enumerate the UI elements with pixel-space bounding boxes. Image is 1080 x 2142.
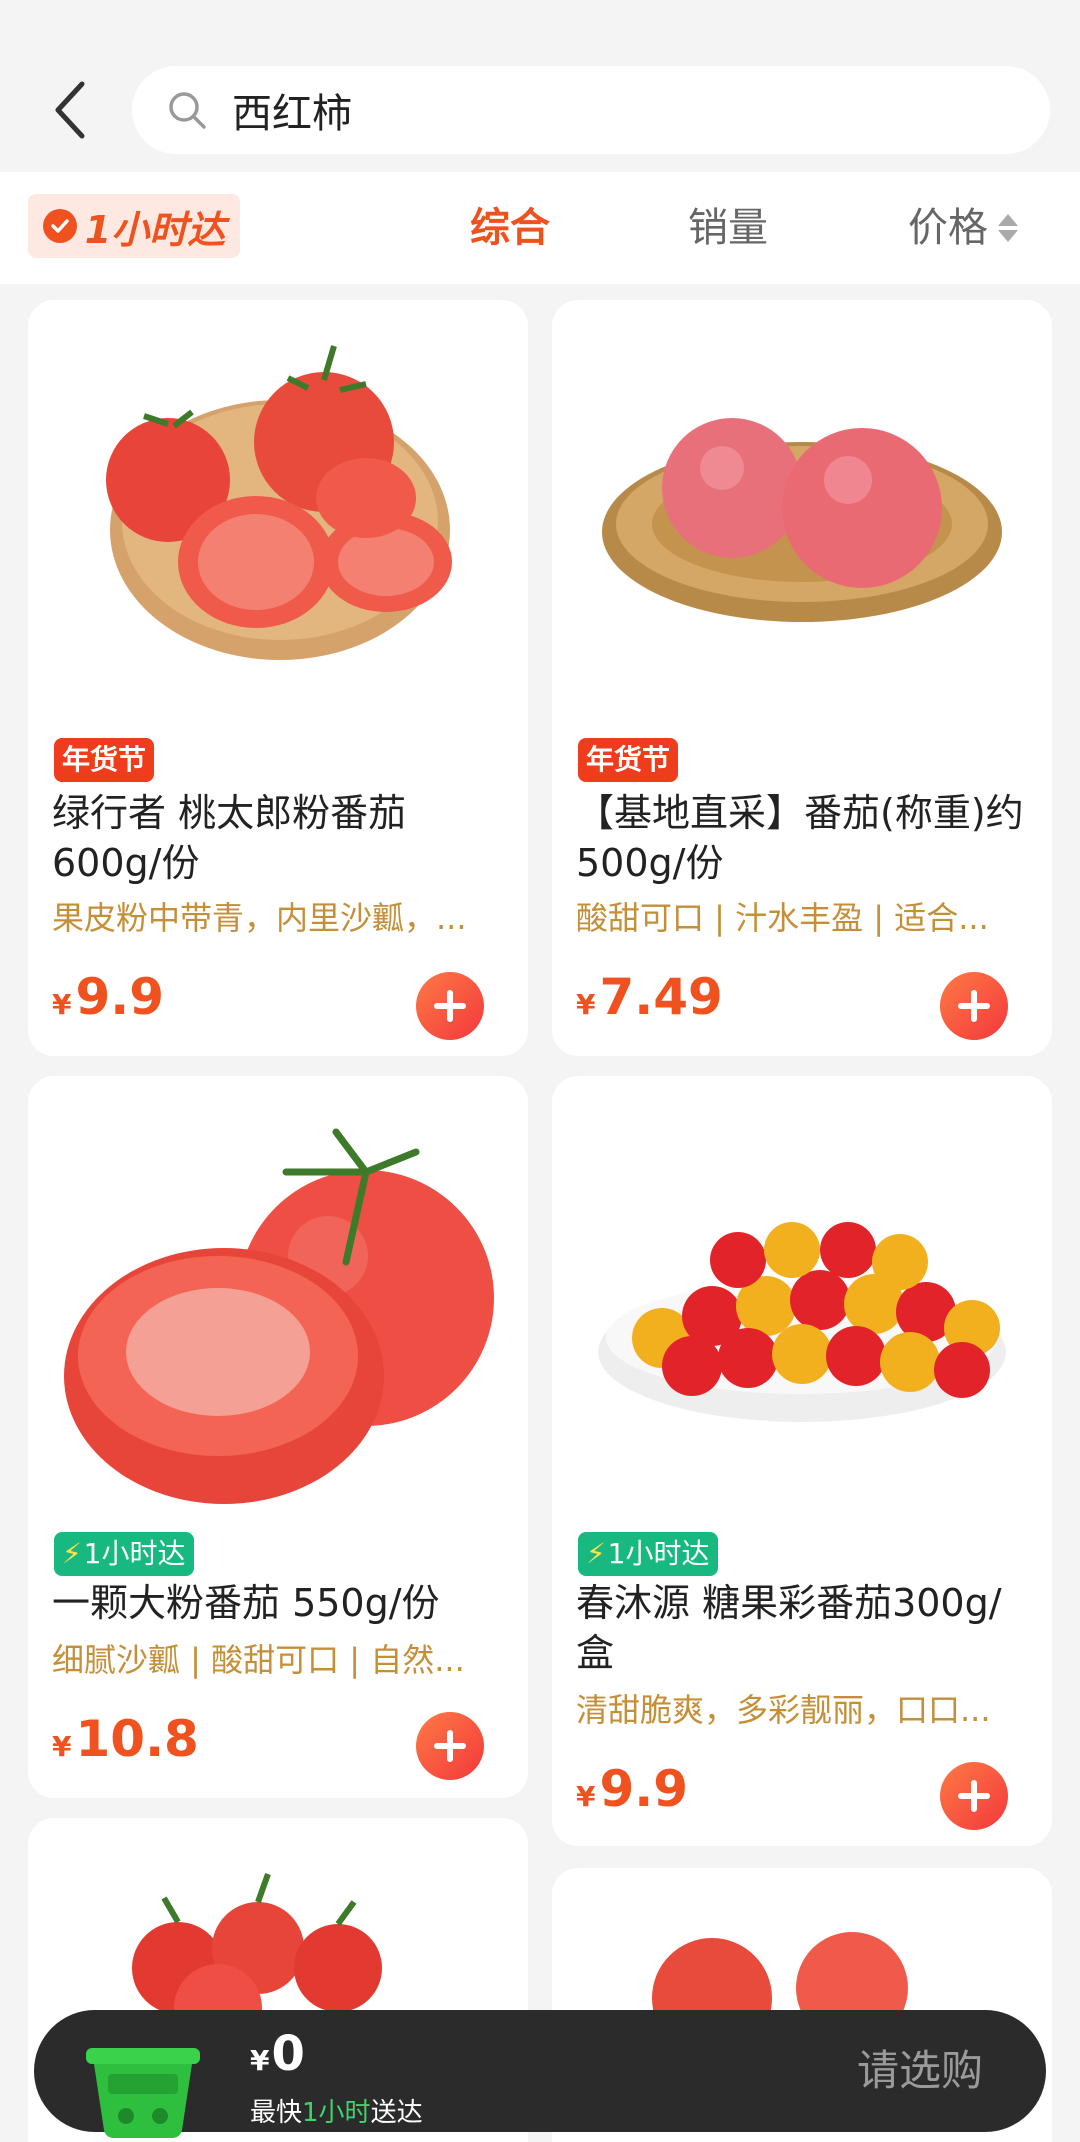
price-value: 9.9 [75, 968, 165, 1026]
price-value: 10.8 [75, 1710, 199, 1768]
product-description: 果皮粉中带青，内里沙瓤，... [52, 899, 467, 937]
back-button[interactable] [40, 70, 100, 150]
delivery-tag-label: 1小时达 [607, 1537, 710, 1570]
delivery-prefix: 最快 [250, 2098, 303, 2128]
product-card[interactable]: ⚡ 1小时达 一颗大粉番茄 550g/份 细腻沙瓤 | 酸甜可口 | 自然...… [28, 1076, 528, 1798]
price-currency: ¥ [52, 1730, 72, 1763]
product-card[interactable]: 年货节 【基地直采】番茄(称重)约500g/份 酸甜可口 | 汁水丰盈 | 适合… [552, 300, 1052, 1056]
lightning-icon: ⚡ [62, 1537, 82, 1570]
product-description: 清甜脆爽，多彩靓丽，口口... [576, 1691, 991, 1729]
product-description: 酸甜可口 | 汁水丰盈 | 适合... [576, 899, 989, 937]
cart-bar: ¥ 0 最快1小时送达 请选购 [34, 2010, 1046, 2138]
one-hour-delivery-label: 1小时达 [84, 207, 226, 252]
product-price: ¥ 9.9 [52, 968, 164, 1026]
delivery-suffix: 送达 [370, 2098, 423, 2128]
tab-price-label: 价格 [908, 205, 988, 251]
search-query: 西红柿 [232, 91, 352, 137]
product-image-sliced-tomatoes [28, 300, 528, 720]
delivery-tag-label: 1小时达 [83, 1537, 186, 1570]
product-title: 春沐源 糖果彩番茄300g/盒 [576, 1581, 1002, 1675]
chevron-left-icon [55, 81, 85, 139]
search-input[interactable]: 西红柿 [132, 66, 1050, 154]
add-to-cart-button[interactable] [416, 972, 484, 1040]
price-currency: ¥ [576, 988, 596, 1021]
product-price: ¥ 7.49 [576, 968, 723, 1026]
price-value: 9.9 [599, 1760, 689, 1818]
cart-total: ¥ 0 [250, 2026, 305, 2082]
delivery-estimate: 最快1小时送达 [250, 2092, 423, 2129]
promo-tag: 年货节 [578, 738, 679, 782]
plus-icon [434, 990, 466, 1022]
product-image-halved-tomato [28, 1076, 528, 1536]
product-price: ¥ 9.9 [576, 1760, 688, 1818]
lightning-icon: ⚡ [586, 1537, 606, 1570]
tab-sales[interactable]: 销量 [688, 200, 768, 256]
product-image-cherry-tomatoes [552, 1076, 1052, 1536]
delivery-tag: ⚡ 1小时达 [54, 1532, 194, 1576]
price-currency: ¥ [52, 988, 72, 1021]
price-value: 7.49 [599, 968, 723, 1026]
promo-tag: 年货节 [54, 738, 155, 782]
search-icon [166, 88, 210, 132]
product-card[interactable]: 年货节 绿行者 桃太郎粉番茄600g/份 果皮粉中带青，内里沙瓤，... ¥ 9… [28, 300, 528, 1056]
plus-icon [958, 990, 990, 1022]
product-title: 【基地直采】番茄(称重)约500g/份 [576, 791, 1024, 885]
cart-amount-value: 0 [271, 2026, 305, 2082]
plus-icon [958, 1780, 990, 1812]
product-title: 一颗大粉番茄 550g/份 [52, 1581, 440, 1625]
product-title: 绿行者 桃太郎粉番茄600g/份 [52, 791, 407, 885]
top-header: 西红柿 [0, 0, 1080, 172]
check-circle-icon [42, 209, 77, 243]
price-currency: ¥ [576, 1780, 596, 1813]
shopping-basket-icon[interactable] [78, 2038, 208, 2142]
filter-bar: 1小时达 综合 销量 价格 [0, 172, 1080, 284]
delivery-tag: ⚡ 1小时达 [578, 1532, 718, 1576]
add-to-cart-button[interactable] [940, 972, 1008, 1040]
tab-price[interactable]: 价格 [908, 200, 1018, 256]
cart-currency: ¥ [250, 2044, 270, 2077]
product-image-basket-tomatoes [552, 300, 1052, 720]
sort-arrows-icon [998, 214, 1018, 242]
product-card[interactable]: ⚡ 1小时达 春沐源 糖果彩番茄300g/盒 清甜脆爽，多彩靓丽，口口... ¥… [552, 1076, 1052, 1846]
delivery-highlight: 1小时 [302, 2098, 371, 2128]
plus-icon [434, 1730, 466, 1762]
tab-comprehensive[interactable]: 综合 [470, 200, 550, 256]
add-to-cart-button[interactable] [940, 1762, 1008, 1830]
product-description: 细腻沙瓤 | 酸甜可口 | 自然... [52, 1641, 465, 1679]
one-hour-delivery-filter[interactable]: 1小时达 [28, 194, 240, 258]
add-to-cart-button[interactable] [416, 1712, 484, 1780]
checkout-button[interactable]: 请选购 [830, 2040, 1010, 2102]
product-price: ¥ 10.8 [52, 1710, 199, 1768]
